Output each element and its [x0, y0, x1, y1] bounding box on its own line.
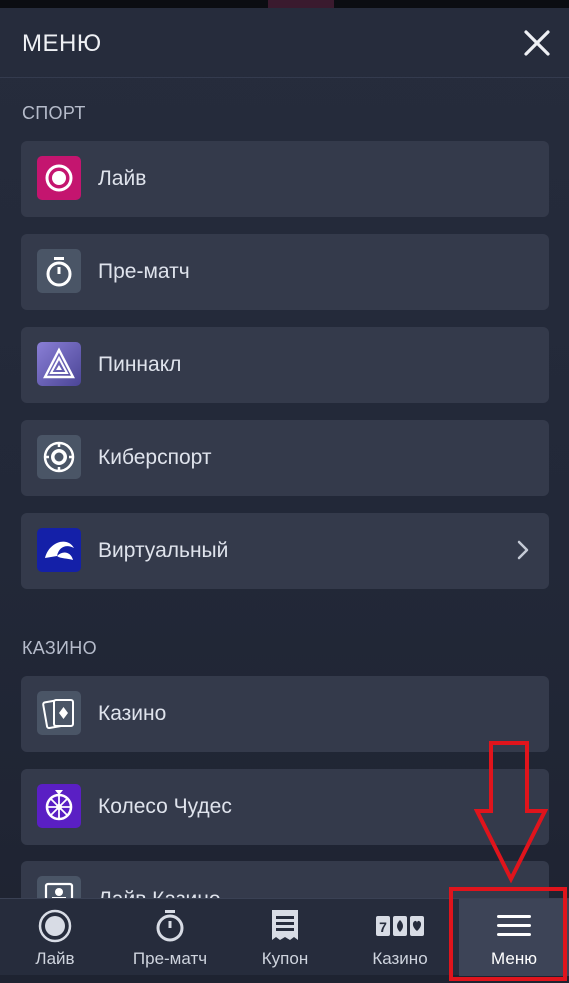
playing-cards-icon [37, 691, 81, 735]
nav-item-label: Купон [261, 949, 309, 968]
status-strip-accent [268, 0, 334, 8]
section-label-sport: СПОРТ [22, 103, 86, 123]
nav-item-label: Лайв [35, 949, 75, 968]
live-record-icon [37, 156, 81, 200]
svg-text:7: 7 [379, 919, 387, 935]
menu-item-esports[interactable]: Киберспорт [21, 420, 549, 496]
stopwatch-icon [37, 249, 81, 293]
slots-777-icon: 7 [374, 909, 426, 943]
menu-item-label: Пиннакл [98, 353, 182, 376]
menu-item-wheel[interactable]: Колесо Чудес [21, 769, 549, 845]
section-label-casino: КАЗИНО [22, 638, 97, 658]
menu-item-virtual[interactable]: Виртуальный [21, 513, 549, 589]
menu-item-pinnacle[interactable]: Пиннакл [21, 327, 549, 403]
menu-item-casino[interactable]: Казино [21, 676, 549, 752]
menu-item-label: Колесо Чудес [98, 795, 232, 818]
menu-item-label: Киберспорт [98, 446, 212, 469]
menu-item-label: Пре-матч [98, 260, 190, 283]
nav-item-label: Пре-матч [132, 949, 208, 968]
menu-header: МЕНЮ [0, 8, 569, 78]
menu-item-prematch[interactable]: Пре-матч [21, 234, 549, 310]
menu-item-label: Виртуальный [98, 539, 229, 562]
annotation-highlight-box [449, 887, 567, 981]
close-icon[interactable] [520, 26, 554, 60]
coupon-receipt-icon [265, 909, 305, 943]
virtual-logo-icon [37, 528, 81, 572]
nav-item-prematch[interactable]: Пре-матч [115, 899, 225, 976]
stopwatch-icon [150, 909, 190, 943]
pinnacle-triangle-icon [37, 342, 81, 386]
menu-item-live[interactable]: Лайв [21, 141, 549, 217]
nav-item-label: Казино [372, 949, 428, 968]
nav-item-casino[interactable]: 7 Казино [345, 899, 455, 976]
wheel-icon [37, 784, 81, 828]
annotation-arrow-icon [473, 741, 549, 884]
chevron-right-icon [513, 539, 533, 561]
nav-item-coupon[interactable]: Купон [230, 899, 340, 976]
status-strip [0, 0, 569, 8]
menu-item-label: Казино [98, 702, 167, 725]
nav-item-live[interactable]: Лайв [0, 899, 110, 976]
menu-item-label: Лайв [98, 167, 147, 190]
live-circle-icon [35, 909, 75, 943]
menu-title: МЕНЮ [22, 30, 102, 57]
esports-chip-icon [37, 435, 81, 479]
